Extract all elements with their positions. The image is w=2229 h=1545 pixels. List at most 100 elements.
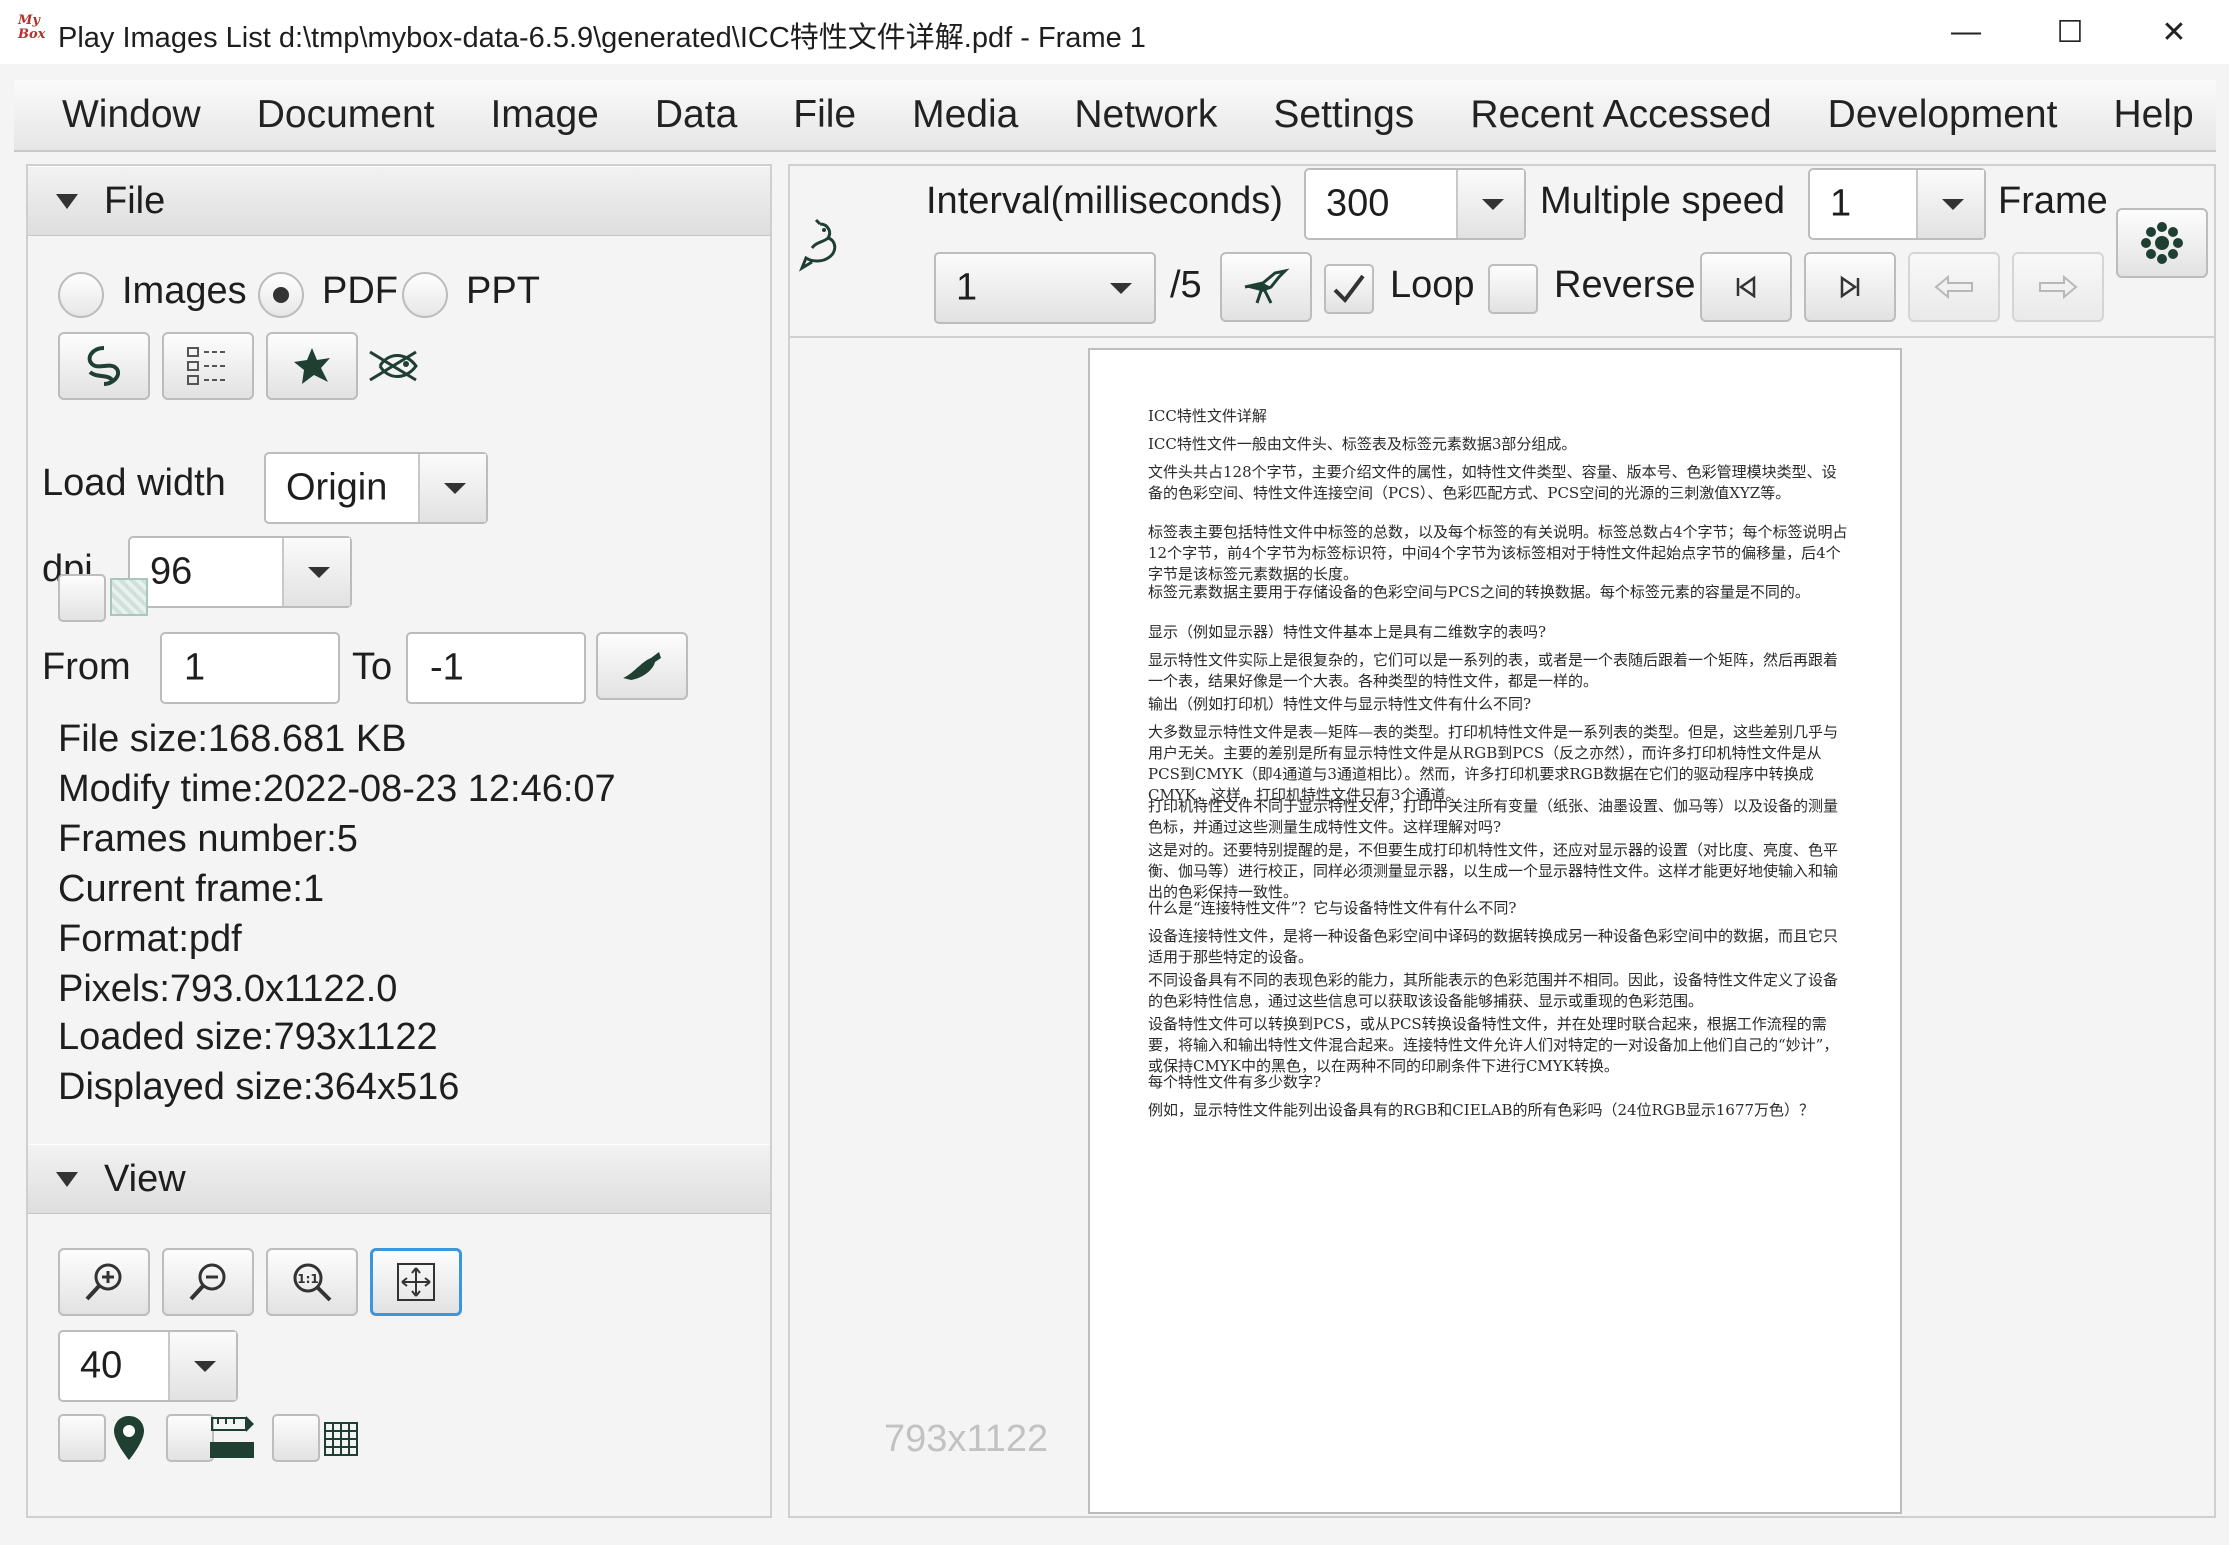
grid-checkbox[interactable] <box>272 1414 320 1462</box>
arrow-right-icon <box>2039 275 2078 299</box>
reverse-checkbox[interactable] <box>1488 264 1538 314</box>
frame-total: /5 <box>1170 264 1202 306</box>
load-width-label: Load width <box>42 462 226 504</box>
menu-network[interactable]: Network <box>1046 93 1245 137</box>
view-section-header[interactable]: View <box>28 1144 770 1214</box>
zoom-actual-size-icon: 1:1 <box>293 1263 332 1302</box>
radio-images-label: Images <box>122 270 247 312</box>
app-icon: My Box <box>18 13 46 42</box>
frame-select[interactable]: 1 <box>934 252 1156 324</box>
svg-text:1:1: 1:1 <box>297 1272 319 1286</box>
dpi-select[interactable]: 96 <box>128 536 352 608</box>
radio-ppt[interactable] <box>402 272 448 318</box>
chevron-down-icon[interactable] <box>168 1332 236 1400</box>
next-frame-button[interactable] <box>2012 252 2104 322</box>
page-line: ICC特性文件详解 <box>1148 407 1267 425</box>
swirl-button[interactable] <box>58 332 150 400</box>
menu-window[interactable]: Window <box>14 93 229 137</box>
menu-development[interactable]: Development <box>1800 93 2086 137</box>
from-value: 1 <box>184 646 206 689</box>
modify-time-info: Modify time:2022-08-23 12:46:07 <box>58 768 616 810</box>
go-button[interactable] <box>596 632 688 700</box>
page-line: 文件头共占128个字节，主要介绍文件的属性，如特性文件类型、容量、版本号、色彩管… <box>1148 463 1837 502</box>
menu-data[interactable]: Data <box>627 93 765 137</box>
ruler-icon <box>210 1416 254 1458</box>
fit-window-button[interactable] <box>370 1248 462 1316</box>
menu-bar: Window Document Image Data File Media Ne… <box>14 80 2216 152</box>
grid-icon <box>324 1422 358 1456</box>
flower-button[interactable] <box>266 332 358 400</box>
load-width-value: Origin <box>286 466 388 509</box>
to-input[interactable]: -1 <box>406 632 586 704</box>
menu-help[interactable]: Help <box>2085 93 2221 137</box>
zoom-out-button[interactable] <box>162 1248 254 1316</box>
radio-pdf[interactable] <box>258 272 304 318</box>
title-bar: My Box Play Images List d:\tmp\mybox-dat… <box>0 0 2229 64</box>
play-button[interactable] <box>1220 252 1312 322</box>
menu-media[interactable]: Media <box>884 93 1046 137</box>
interval-label: Interval(milliseconds) <box>926 180 1283 222</box>
maximize-button[interactable]: ☐ <box>2018 0 2122 64</box>
page-line: 例如，显示特性文件能列出设备具有的RGB和CIELAB的所有色彩吗（24位RGB… <box>1148 1101 1815 1119</box>
flower-icon <box>294 348 330 384</box>
chevron-down-icon[interactable] <box>1456 170 1524 238</box>
load-width-select[interactable]: Origin <box>264 452 488 524</box>
multiple-speed-label: Multiple speed <box>1540 180 1786 222</box>
actual-size-button[interactable]: 1:1 <box>266 1248 358 1316</box>
snowflake-icon <box>2141 222 2183 264</box>
to-label: To <box>352 646 393 688</box>
minimize-button[interactable]: — <box>1914 0 2018 64</box>
fish-icon[interactable] <box>366 344 422 388</box>
from-input[interactable]: 1 <box>160 632 340 704</box>
previous-frame-button[interactable] <box>1908 252 2000 322</box>
phoenix-icon[interactable] <box>798 218 842 274</box>
image-viewer[interactable]: ICC特性文件详解 ICC特性文件一般由文件头、标签表及标签元素数据3部分组成。… <box>790 336 2214 1516</box>
menu-document[interactable]: Document <box>229 93 463 137</box>
page-line: 什么是“连接特性文件”？它与设备特性文件有什么不同? <box>1148 899 1517 917</box>
last-frame-button[interactable] <box>1804 252 1896 322</box>
menu-button[interactable] <box>2116 208 2208 278</box>
page-line: 标签元素数据主要用于存储设备的色彩空间与PCS之间的转换数据。每个标签元素的容量… <box>1148 583 1810 601</box>
status-strip <box>0 1524 2229 1545</box>
page-line: 打印机特性文件不同于显示特性文件，打印中关注所有变量（纸张、油墨设置、伽马等）以… <box>1148 797 1839 836</box>
radio-images[interactable] <box>58 272 104 318</box>
list-options-button[interactable] <box>162 332 254 400</box>
menu-file[interactable]: File <box>765 93 884 137</box>
loop-checkbox[interactable] <box>1324 264 1374 314</box>
list-icon <box>187 347 228 385</box>
close-button[interactable]: ✕ <box>2122 0 2226 64</box>
file-section-header[interactable]: File <box>28 166 770 236</box>
transparent-checkbox[interactable] <box>58 574 106 622</box>
zoom-out-icon <box>189 1263 226 1301</box>
radio-pdf-label: PDF <box>322 270 398 312</box>
chevron-down-icon[interactable] <box>282 538 350 606</box>
location-pin-icon <box>114 1416 144 1460</box>
chevron-down-icon[interactable] <box>1086 254 1154 322</box>
speed-select[interactable]: 1 <box>1808 168 1986 240</box>
fit-window-icon <box>397 1263 435 1301</box>
menu-image[interactable]: Image <box>462 93 626 137</box>
chevron-down-icon[interactable] <box>418 454 486 522</box>
menu-settings[interactable]: Settings <box>1245 93 1442 137</box>
zoom-in-button[interactable] <box>58 1248 150 1316</box>
first-frame-button[interactable] <box>1700 252 1792 322</box>
page-line: ICC特性文件一般由文件头、标签表及标签元素数据3部分组成。 <box>1148 435 1577 453</box>
dpi-value: 96 <box>150 550 193 593</box>
zoom-percent-select[interactable]: 40 <box>58 1330 238 1402</box>
chevron-down-icon[interactable] <box>1916 170 1984 238</box>
swirl-icon <box>87 346 121 386</box>
arrow-left-icon <box>1934 275 1973 299</box>
page-line: 输出（例如打印机）特性文件与显示特性文件有什么不同? <box>1148 695 1532 713</box>
current-frame-info: Current frame:1 <box>58 868 325 910</box>
interval-select[interactable]: 300 <box>1304 168 1526 240</box>
page-line: 设备特性文件可以转换到PCS，或从PCS转换设备特性文件，并在处理时联合起来，根… <box>1148 1015 1839 1075</box>
menu-recent-accessed[interactable]: Recent Accessed <box>1442 93 1799 137</box>
file-size-info: File size:168.681 KB <box>58 718 407 760</box>
crane-icon <box>1244 268 1290 304</box>
page-line: 这是对的。还要特别提醒的是，不但要生成打印机特性文件，还应对显示器的设置（对比度… <box>1148 841 1839 901</box>
coordinate-checkbox[interactable] <box>58 1414 106 1462</box>
rulers-checkbox[interactable] <box>166 1414 214 1462</box>
color-swatch[interactable] <box>110 578 148 616</box>
loop-label: Loop <box>1390 264 1475 306</box>
frame-label: Frame <box>1998 180 2108 222</box>
